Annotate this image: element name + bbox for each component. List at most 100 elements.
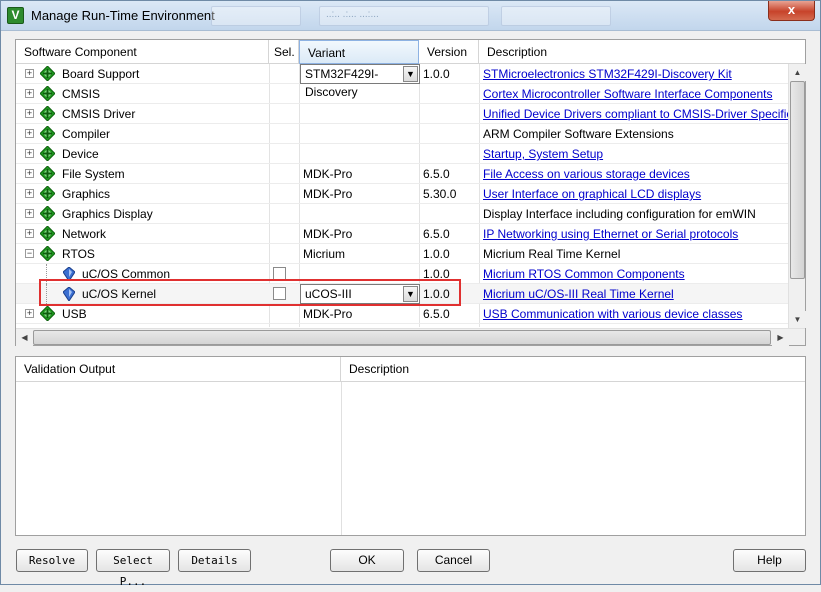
description-link[interactable]: STMicroelectronics STM32F429I-Discovery … (483, 64, 789, 84)
variant-value (303, 124, 417, 144)
version-value: 5.30.0 (423, 187, 457, 201)
select-packs-button[interactable]: Select P... (96, 549, 170, 588)
component-name: CMSIS Driver (62, 107, 136, 121)
table-row[interactable]: + Board Support STM32F429I-Discovery ▼ 1.0.0… (16, 64, 789, 99)
cancel-button[interactable]: Cancel (417, 549, 490, 572)
component-package-icon (39, 125, 56, 142)
header-software-component[interactable]: Software Component (16, 40, 269, 64)
header-variant[interactable]: Variant (299, 40, 419, 64)
header-validation-description[interactable]: Description (341, 357, 805, 382)
scroll-left-icon[interactable]: ◀ (16, 329, 33, 346)
variant-select[interactable]: STM32F429I-Discovery ▼ (300, 64, 420, 99)
column-divider (341, 382, 342, 535)
component-name: CMSIS (62, 87, 101, 101)
chevron-down-icon[interactable]: ▼ (403, 66, 418, 82)
component-package-icon (39, 185, 56, 202)
component-name: Device (62, 147, 99, 161)
version-value (423, 124, 477, 144)
table-row[interactable]: − RTOS Micrium 1.0.0 Micrium Real Time Kerne… (16, 244, 789, 264)
header-sel[interactable]: Sel. (269, 40, 299, 64)
table-row[interactable]: + Graphics MDK-Pro 5.30.0 User Interface on … (16, 184, 789, 204)
description-link[interactable]: File Access on various storage devices (483, 164, 789, 184)
header-description[interactable]: Description (479, 40, 805, 64)
vertical-scroll-thumb[interactable] (790, 81, 805, 279)
description-text: ARM Compiler Software Extensions (483, 127, 674, 141)
highlight-annotation (39, 279, 461, 306)
component-package-icon (39, 105, 56, 122)
expand-icon[interactable]: + (25, 69, 34, 78)
variant-value (303, 104, 417, 124)
expand-icon[interactable]: + (25, 129, 34, 138)
horizontal-scrollbar[interactable]: ◀ ▶ (16, 328, 805, 346)
component-name: Board Support (62, 67, 140, 81)
table-row[interactable]: + Compiler ARM Compiler Software Extension… (16, 124, 789, 144)
version-value: 6.5.0 (423, 307, 450, 321)
description-link[interactable]: User Interface on graphical LCD displays (483, 184, 789, 204)
expand-icon[interactable]: + (25, 229, 34, 238)
component-name: Graphics (62, 187, 111, 201)
details-button[interactable]: Details (178, 549, 251, 572)
description-link[interactable]: Startup, System Setup (483, 144, 789, 164)
header-version[interactable]: Version (419, 40, 479, 64)
component-package-icon (39, 225, 56, 242)
close-button[interactable]: x (768, 1, 815, 21)
table-row[interactable]: + CMSIS Driver Unified Device Drivers comp… (16, 104, 789, 124)
expand-icon[interactable]: + (25, 209, 34, 218)
vertical-scrollbar[interactable]: ▲ ▼ (788, 64, 806, 328)
component-name: USB (62, 307, 87, 321)
description-link[interactable]: USB Communication with various device cl… (483, 304, 789, 324)
version-value: 1.0.0 (423, 67, 450, 81)
scroll-up-icon[interactable]: ▲ (789, 64, 806, 81)
variant-value: MDK-Pro (303, 307, 353, 321)
component-name: Compiler (62, 127, 111, 141)
variant-value: MDK-Pro (303, 187, 353, 201)
description-link[interactable]: Micrium uC/OS-III Real Time Kernel (483, 284, 789, 304)
background-window-ghost (501, 6, 611, 26)
description-link[interactable]: Cortex Microcontroller Software Interfac… (483, 84, 789, 104)
version-value (423, 204, 477, 224)
component-name: File System (62, 167, 125, 181)
component-package-icon (39, 85, 56, 102)
table-row[interactable]: + File System MDK-Pro 6.5.0 File Access on v… (16, 164, 789, 184)
expand-icon[interactable]: + (25, 169, 34, 178)
component-name: Graphics Display (62, 207, 153, 221)
resolve-button[interactable]: Resolve (16, 549, 88, 572)
description-link[interactable]: Unified Device Drivers compliant to CMSI… (483, 104, 789, 124)
expand-icon[interactable]: + (25, 89, 34, 98)
collapse-icon[interactable]: − (25, 249, 34, 258)
expand-icon[interactable]: + (25, 189, 34, 198)
variant-value (303, 84, 417, 104)
variant-value: Micrium (303, 247, 345, 261)
scroll-right-icon[interactable]: ▶ (772, 329, 789, 346)
table-row[interactable]: + Device Startup, System Setup (16, 144, 789, 164)
component-package-icon (39, 145, 56, 162)
version-value: 6.5.0 (423, 227, 450, 241)
description-text: Micrium Real Time Kernel (483, 247, 621, 261)
component-package-icon (39, 165, 56, 182)
header-validation-output[interactable]: Validation Output (16, 357, 341, 382)
ok-button[interactable]: OK (330, 549, 404, 572)
expand-icon[interactable]: + (25, 149, 34, 158)
version-value (423, 84, 477, 104)
version-value: 6.5.0 (423, 167, 450, 181)
variant-value: MDK-Pro (303, 227, 353, 241)
table-row[interactable]: + CMSIS Cortex Microcontroller Software In… (16, 84, 789, 104)
table-row[interactable]: + Graphics Display Display Interface inclu… (16, 204, 789, 224)
title-bar[interactable]: V Manage Run-Time Environment ..:.. .:..… (1, 1, 820, 31)
help-button[interactable]: Help (733, 549, 806, 572)
expand-icon[interactable]: + (25, 109, 34, 118)
horizontal-scroll-thumb[interactable] (33, 330, 771, 345)
version-value: 1.0.0 (423, 247, 450, 261)
window-title: Manage Run-Time Environment (31, 8, 215, 23)
manage-rte-window: V Manage Run-Time Environment ..:.. .:..… (0, 0, 821, 588)
app-icon: V (7, 7, 24, 24)
version-value (423, 104, 477, 124)
variant-value (303, 144, 417, 164)
table-row[interactable]: + USB MDK-Pro 6.5.0 USB Communication with v… (16, 304, 789, 324)
expand-icon[interactable]: + (25, 309, 34, 318)
table-row[interactable]: + Network MDK-Pro 6.5.0 IP Networking using … (16, 224, 789, 244)
scroll-down-icon[interactable]: ▼ (789, 311, 806, 328)
description-link[interactable]: IP Networking using Ethernet or Serial p… (483, 224, 789, 244)
component-package-icon (39, 305, 56, 322)
description-link[interactable]: Micrium RTOS Common Components (483, 264, 789, 284)
